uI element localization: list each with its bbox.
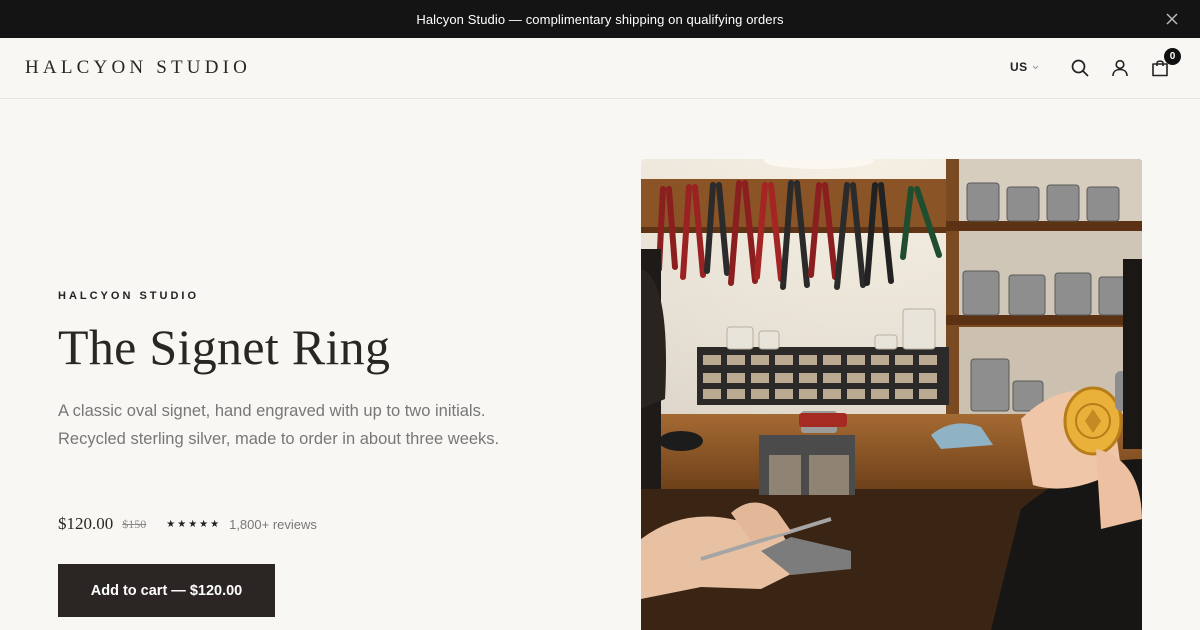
price-row: $120.00 $150 ★ ★ ★ ★ ★ 1,800+ reviews bbox=[58, 514, 317, 534]
reviews-link[interactable]: 1,800+ reviews bbox=[229, 517, 317, 532]
star-icon: ★ bbox=[166, 518, 176, 530]
site-logo[interactable]: HALCYON STUDIO bbox=[25, 57, 251, 79]
chevron-down-icon bbox=[1032, 65, 1039, 69]
product-hero-image bbox=[641, 159, 1142, 630]
compare-at-price: $150 bbox=[122, 516, 147, 531]
rating-stars: ★ ★ ★ ★ ★ bbox=[166, 519, 219, 530]
site-header: HALCYON STUDIO US bbox=[0, 38, 1200, 99]
star-icon: ★ bbox=[210, 518, 220, 530]
account-icon[interactable] bbox=[1110, 58, 1130, 78]
product-vendor: HALCYON STUDIO bbox=[58, 290, 199, 302]
close-icon[interactable] bbox=[1164, 11, 1180, 27]
locale-label: US bbox=[1010, 60, 1028, 74]
announcement-text: Halcyon Studio — complimentary shipping … bbox=[416, 11, 784, 27]
product-price: $120.00 bbox=[58, 514, 114, 533]
star-icon: ★ bbox=[177, 518, 187, 530]
cart-count-badge: 0 bbox=[1164, 48, 1181, 65]
locale-selector[interactable]: US bbox=[1010, 60, 1039, 74]
announcement-bar: Halcyon Studio — complimentary shipping … bbox=[0, 0, 1200, 38]
product-description: A classic oval signet, hand engraved wit… bbox=[58, 402, 500, 448]
product-title: The Signet Ring bbox=[58, 319, 391, 375]
star-icon: ★ bbox=[188, 518, 198, 530]
star-icon: ★ bbox=[199, 518, 209, 530]
search-icon[interactable] bbox=[1070, 58, 1090, 78]
add-to-cart-button[interactable]: Add to cart — $120.00 bbox=[58, 564, 275, 617]
